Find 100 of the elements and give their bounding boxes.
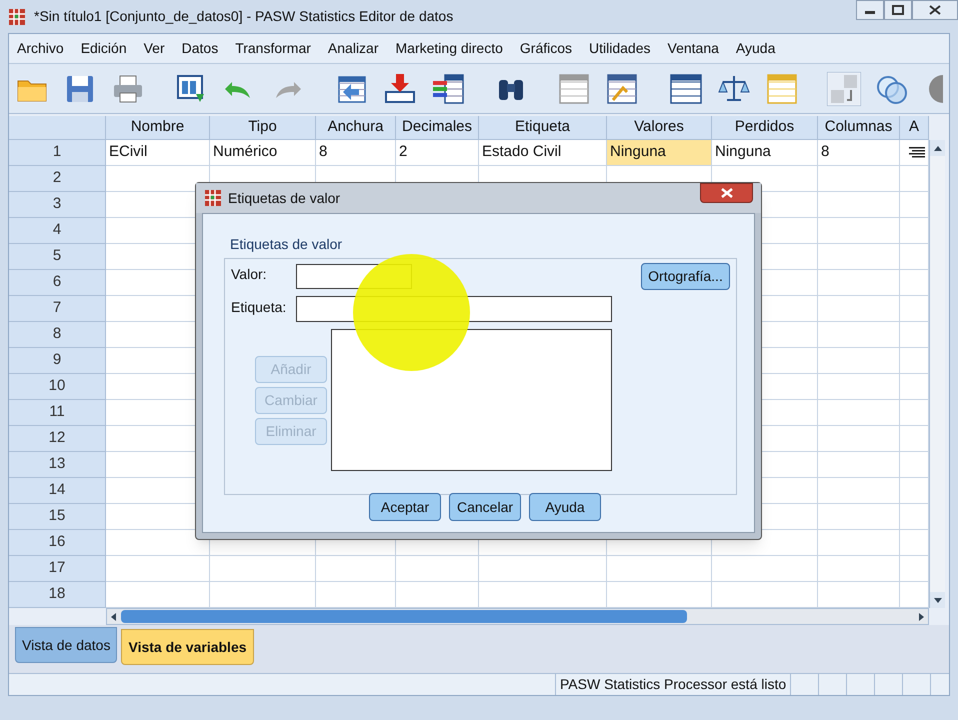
horizontal-scrollbar[interactable] <box>106 608 929 625</box>
table-cell[interactable] <box>900 426 929 452</box>
table-cell[interactable] <box>818 192 900 218</box>
dialog-button[interactable]: Ayuda <box>529 493 601 521</box>
row-header[interactable]: 15 <box>9 504 106 530</box>
table-cell[interactable] <box>818 426 900 452</box>
menu-item[interactable]: Transformar <box>235 38 311 59</box>
table-cell[interactable] <box>106 582 210 608</box>
table-cell[interactable]: Estado Civil <box>479 140 607 166</box>
table-cell[interactable]: Ninguna <box>712 140 818 166</box>
table-cell[interactable] <box>818 270 900 296</box>
table-cell[interactable] <box>818 504 900 530</box>
row-header[interactable]: 5 <box>9 244 106 270</box>
table-cell[interactable] <box>106 530 210 556</box>
table-cell[interactable] <box>712 556 818 582</box>
down-arrow-grid-icon[interactable] <box>382 72 417 106</box>
row-header[interactable]: 13 <box>9 452 106 478</box>
row-header[interactable]: 3 <box>9 192 106 218</box>
tab[interactable]: Vista de variables <box>121 629 254 665</box>
table-cell[interactable] <box>900 452 929 478</box>
dialog-button[interactable]: Cancelar <box>449 493 521 521</box>
table-cell[interactable] <box>818 530 900 556</box>
table-cell[interactable] <box>900 270 929 296</box>
table-cell[interactable] <box>900 582 929 608</box>
table-cell[interactable] <box>818 322 900 348</box>
table-cell[interactable] <box>818 478 900 504</box>
spelling-button[interactable]: Ortografía... <box>641 263 730 290</box>
row-header[interactable]: 12 <box>9 426 106 452</box>
row-header[interactable]: 18 <box>9 582 106 608</box>
table-cell[interactable]: ECivil <box>106 140 210 166</box>
grid-icon[interactable] <box>557 72 592 106</box>
row-header[interactable]: 6 <box>9 270 106 296</box>
cell-grid-icon[interactable] <box>764 72 799 106</box>
menu-item[interactable]: Utilidades <box>589 38 651 59</box>
corner-cell[interactable] <box>9 116 106 140</box>
table-cell[interactable] <box>900 504 929 530</box>
table-cell[interactable]: 2 <box>396 140 479 166</box>
table-cell[interactable] <box>900 140 929 166</box>
row-header[interactable]: 16 <box>9 530 106 556</box>
row-header[interactable]: 8 <box>9 322 106 348</box>
close-button[interactable] <box>912 0 958 20</box>
menu-item[interactable]: Gráficos <box>520 38 572 59</box>
label-list[interactable] <box>331 329 612 471</box>
close-button[interactable] <box>700 183 753 203</box>
tab[interactable]: Vista de datos <box>15 627 118 663</box>
table-cell[interactable] <box>818 400 900 426</box>
menu-item[interactable]: Ver <box>144 38 165 59</box>
row-header[interactable]: 14 <box>9 478 106 504</box>
row-header[interactable]: 10 <box>9 374 106 400</box>
table-cell[interactable] <box>712 582 818 608</box>
table-cell[interactable] <box>900 166 929 192</box>
menu-item[interactable]: Analizar <box>328 38 379 59</box>
table-cell[interactable] <box>818 582 900 608</box>
menu-item[interactable]: Ayuda <box>736 38 776 59</box>
column-header[interactable]: Columnas <box>818 116 900 140</box>
minimize-button[interactable] <box>856 0 884 20</box>
table-cell[interactable] <box>479 582 607 608</box>
table-cell[interactable] <box>900 296 929 322</box>
value-labels-icon[interactable] <box>826 72 861 106</box>
column-header[interactable]: Nombre <box>106 116 210 140</box>
table-cell[interactable] <box>818 374 900 400</box>
table-cell[interactable] <box>106 556 210 582</box>
column-header[interactable]: Tipo <box>210 116 316 140</box>
menu-item[interactable]: Datos <box>182 38 218 59</box>
column-header[interactable]: Decimales <box>396 116 479 140</box>
table-cell[interactable]: 8 <box>818 140 900 166</box>
table-cell[interactable] <box>900 400 929 426</box>
table-cell[interactable] <box>316 556 396 582</box>
table-cell[interactable]: Ninguna <box>607 140 712 166</box>
table-cell[interactable] <box>396 556 479 582</box>
table-cell[interactable]: 8 <box>316 140 396 166</box>
variables-icon[interactable] <box>430 72 465 106</box>
table-cell[interactable] <box>900 244 929 270</box>
row-header[interactable]: 17 <box>9 556 106 582</box>
dialog-button[interactable]: Aceptar <box>369 493 441 521</box>
table-cell[interactable] <box>396 582 479 608</box>
table-cell[interactable] <box>818 218 900 244</box>
menu-item[interactable]: Ventana <box>668 38 719 59</box>
row-header[interactable]: 4 <box>9 218 106 244</box>
column-header[interactable]: Valores <box>607 116 712 140</box>
vertical-scrollbar[interactable] <box>929 140 945 608</box>
column-header[interactable]: Etiqueta <box>479 116 607 140</box>
table-cell[interactable] <box>900 556 929 582</box>
table-cell[interactable] <box>818 556 900 582</box>
row-header[interactable]: 9 <box>9 348 106 374</box>
menu-item[interactable]: Marketing directo <box>396 38 503 59</box>
table-cell[interactable] <box>900 348 929 374</box>
column-header[interactable]: Perdidos <box>712 116 818 140</box>
column-header[interactable]: A <box>900 116 929 140</box>
menu-item[interactable]: Archivo <box>17 38 64 59</box>
table-cell[interactable] <box>479 556 607 582</box>
table-cell[interactable] <box>818 244 900 270</box>
table-cell[interactable] <box>818 296 900 322</box>
table-cell[interactable] <box>900 478 929 504</box>
table-cell[interactable] <box>818 166 900 192</box>
table-cell[interactable] <box>900 218 929 244</box>
table-cell[interactable]: Numérico <box>210 140 316 166</box>
table-cell[interactable] <box>818 348 900 374</box>
row-header[interactable]: 1 <box>9 140 106 166</box>
table-icon[interactable] <box>668 72 703 106</box>
